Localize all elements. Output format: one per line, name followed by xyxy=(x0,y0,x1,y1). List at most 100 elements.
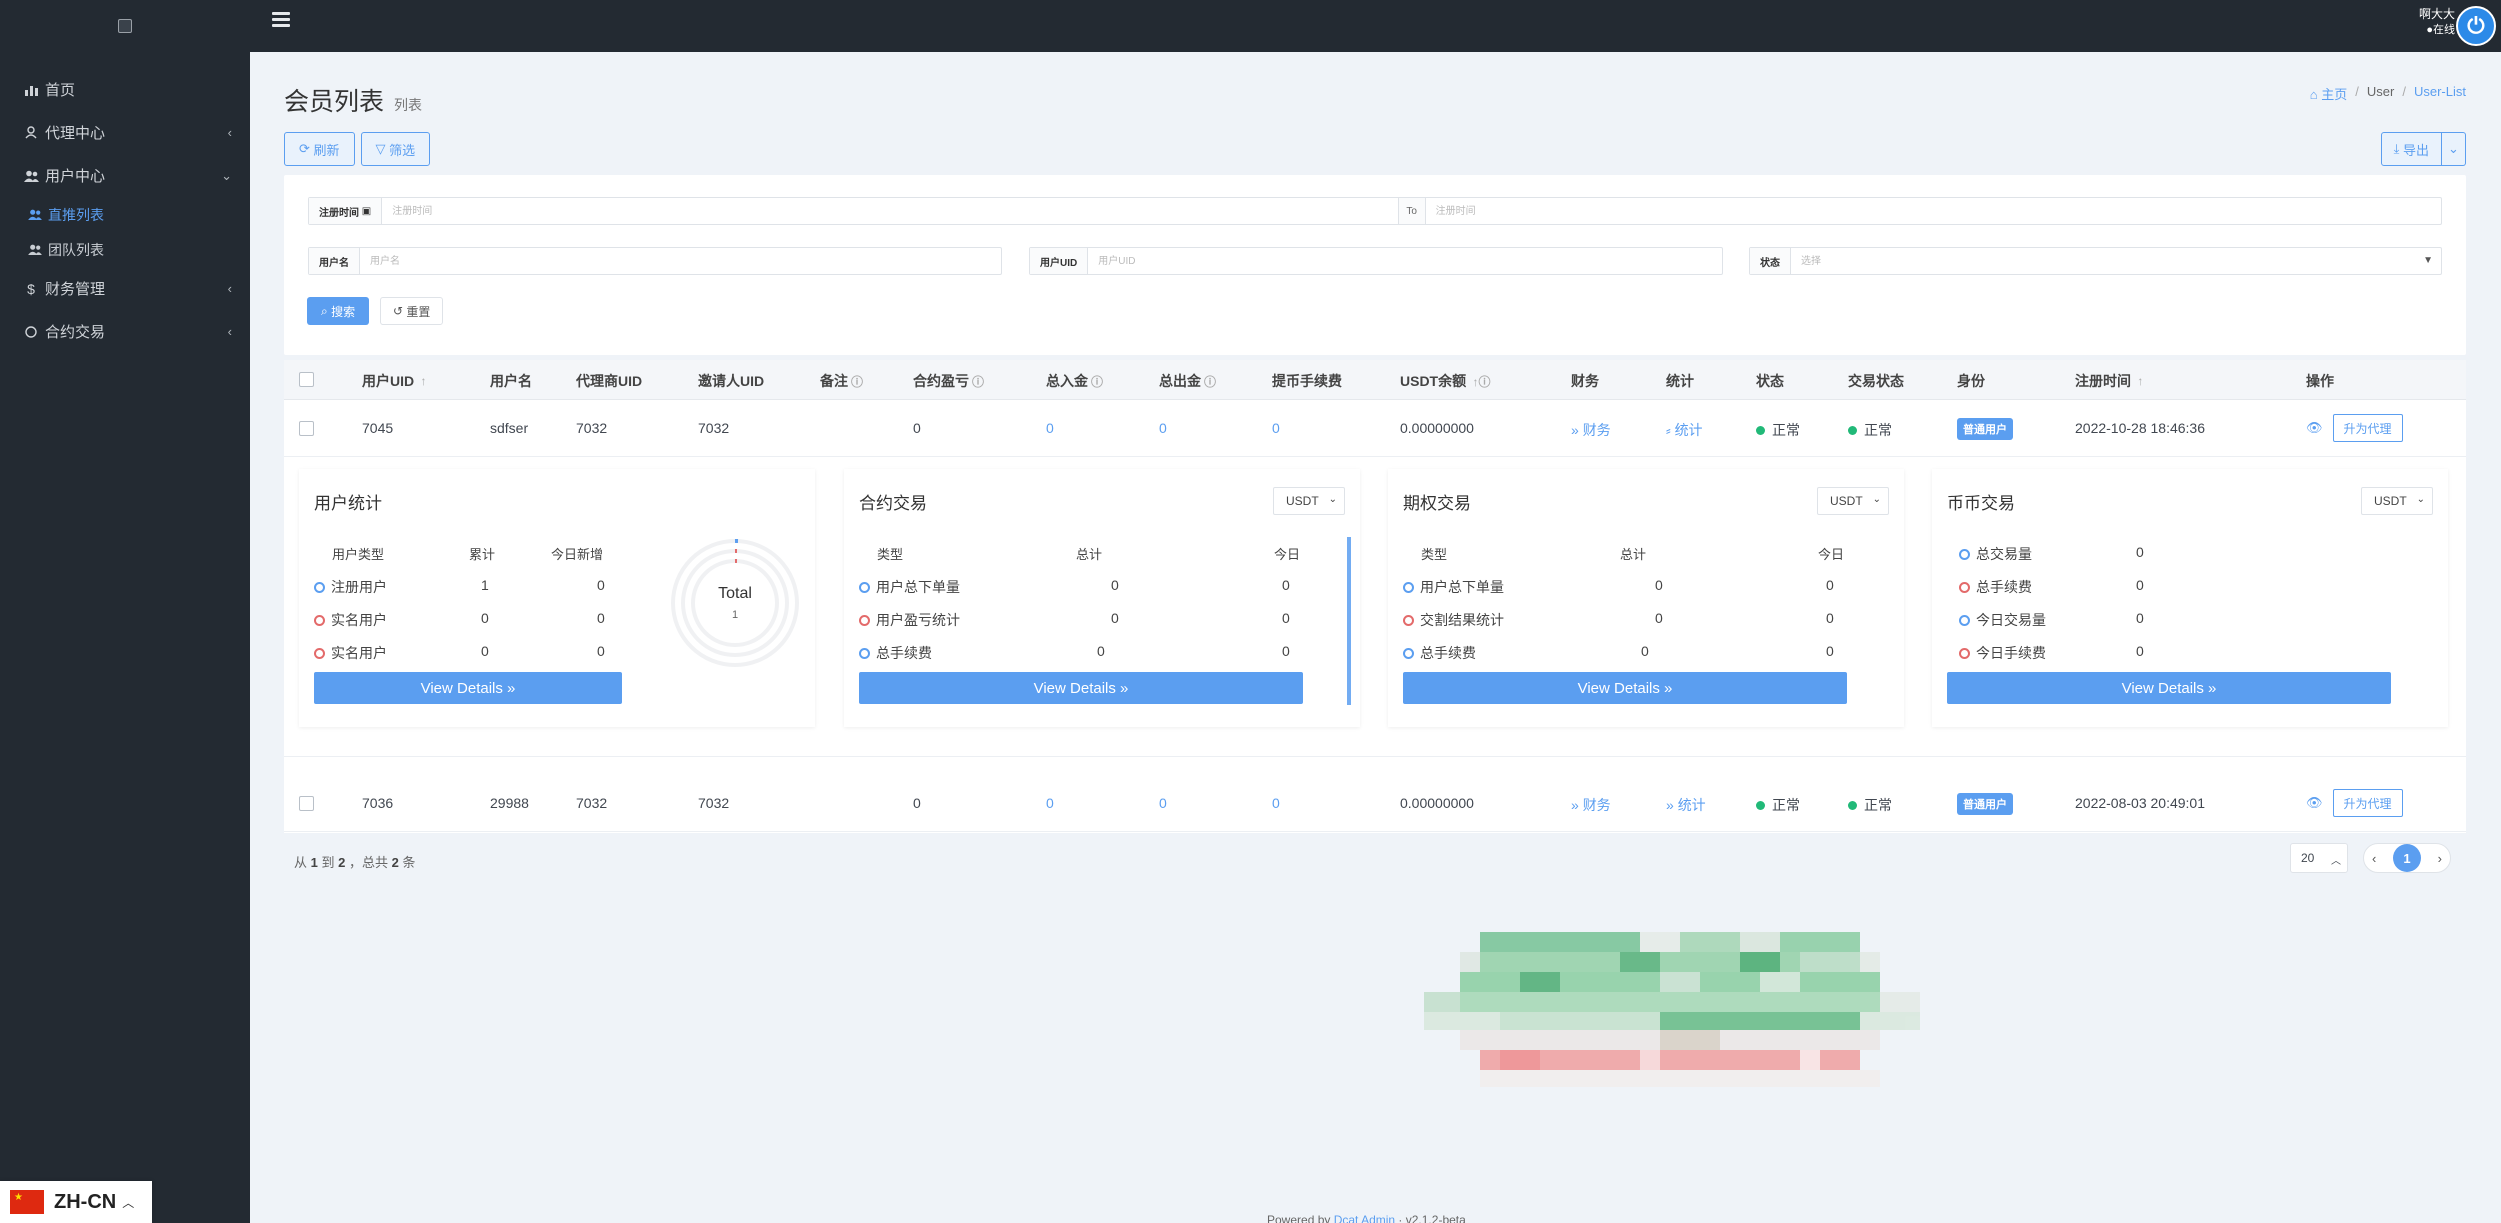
promote-agent-button[interactable]: 升为代理 xyxy=(2332,414,2403,442)
breadcrumb-user-list[interactable]: User-List xyxy=(2414,84,2466,103)
col-usdt-balance[interactable]: USDT余额 ↑ⓘ xyxy=(1400,371,1490,391)
page-title: 会员列表 xyxy=(284,88,385,116)
per-page-select[interactable]: 20 ︿ xyxy=(2290,843,2348,873)
view-details-button[interactable]: View Details » xyxy=(859,672,1303,704)
reg-time-end-input[interactable] xyxy=(1425,198,2442,224)
card-title: 合约交易 xyxy=(859,494,927,513)
card-col-header: 今日 xyxy=(1274,547,1301,562)
promote-agent-button[interactable]: 升为代理 xyxy=(2332,789,2403,817)
pagination: ‹ 1 › xyxy=(2363,843,2451,873)
view-details-button[interactable]: View Details » xyxy=(314,672,622,704)
sidebar-nav: 首页 代理中心 ‹ 用户中心 ⌄ 直推列表 团队列表 $ 财务管理 ‹ 合约交易… xyxy=(0,68,250,353)
circle-bullet-icon xyxy=(1403,581,1414,593)
power-icon[interactable]: ⏻ xyxy=(2456,6,2496,46)
cell-total-in-link[interactable]: 0 xyxy=(1046,795,1054,811)
cell-reg-time: 2022-08-03 20:49:01 xyxy=(2075,795,2205,811)
row-checkbox[interactable] xyxy=(299,796,314,811)
refresh-button[interactable]: ⟳ 刷新 xyxy=(284,132,355,166)
status-dot xyxy=(1848,800,1857,810)
col-uid[interactable]: 用户UID ↑ xyxy=(362,371,426,391)
finance-link[interactable]: » 财务 xyxy=(1571,795,1611,815)
cell-contract-pnl: 0 xyxy=(913,795,921,811)
col-action: 操作 xyxy=(2306,373,2334,389)
stat-today: 0 xyxy=(1826,610,1834,626)
view-details-button[interactable]: View Details » xyxy=(1403,672,1847,704)
cell-usdt-balance: 0.00000000 xyxy=(1400,795,1474,811)
footer-brand-link[interactable]: Dcat Admin xyxy=(1334,1213,1395,1223)
sidebar-subitem-direct-list[interactable]: 直推列表 xyxy=(0,197,250,232)
stat-total: 0 xyxy=(1111,577,1119,593)
prev-page-button[interactable]: ‹ xyxy=(2372,851,2376,866)
eye-icon[interactable]: 👁 xyxy=(2306,420,2323,436)
cell-total-in-link[interactable]: 0 xyxy=(1046,420,1054,436)
logo[interactable] xyxy=(0,0,250,52)
dollar-icon: $ xyxy=(27,280,35,297)
username-input[interactable] xyxy=(360,248,1001,274)
view-details-button[interactable]: View Details » xyxy=(1947,672,2391,704)
circle-bullet-icon xyxy=(1959,647,1970,659)
export-dropdown-toggle[interactable]: ⌄ xyxy=(2442,132,2466,166)
card-title: 币币交易 xyxy=(1947,494,2015,513)
cell-total-out-link[interactable]: 0 xyxy=(1159,795,1167,811)
stat-total: 0 xyxy=(481,610,489,626)
reg-time-start-input[interactable] xyxy=(382,198,1398,224)
breadcrumb-user: User xyxy=(2366,84,2395,99)
row-checkbox[interactable] xyxy=(299,421,314,436)
language-switcher[interactable]: ★ ZH-CN ︿ xyxy=(0,1181,152,1223)
sidebar-item-label: 财务管理 xyxy=(45,281,106,298)
stats-link[interactable]: » 统计 xyxy=(1666,795,1706,815)
currency-select[interactable]: USDT ⌄ xyxy=(1817,487,1889,515)
cell-withdraw-fee-link[interactable]: 0 xyxy=(1272,795,1280,811)
chevron-left-icon: ‹ xyxy=(227,324,232,339)
cell-uid: 7036 xyxy=(362,795,394,811)
sidebar-item-finance[interactable]: $ 财务管理 ‹ xyxy=(0,267,250,310)
finance-link[interactable]: » 财务 xyxy=(1571,420,1611,440)
stat-total: 0 xyxy=(1641,643,1649,659)
sidebar-subitem-label: 团队列表 xyxy=(48,241,104,258)
chevron-left-icon: ‹ xyxy=(227,281,232,296)
sidebar-item-contract[interactable]: 合约交易 ‹ xyxy=(0,310,250,353)
scrollbar[interactable] xyxy=(1347,537,1351,705)
circle-bullet-icon xyxy=(314,647,325,659)
stat-total: 0 xyxy=(1655,610,1663,626)
status-dot xyxy=(1756,425,1765,435)
circle-icon xyxy=(22,325,40,338)
uid-input[interactable] xyxy=(1088,248,1722,274)
stat-row-label: 总手续费 xyxy=(1403,643,1476,663)
filter-button[interactable]: ▽ 筛选 xyxy=(360,132,431,166)
card-col-header: 用户类型 xyxy=(332,547,385,562)
user-info[interactable]: 啊大大 ●在线 xyxy=(2419,6,2455,38)
reset-button[interactable]: ↺ 重置 xyxy=(380,297,444,325)
cell-username: sdfser xyxy=(490,420,529,436)
col-reg-time[interactable]: 注册时间 ↑ xyxy=(2075,371,2143,391)
currency-select[interactable]: USDT ⌄ xyxy=(1273,487,1345,515)
stat-row-label: 总交易量 xyxy=(1959,544,2032,564)
help-icon: ⓘ xyxy=(1091,374,1104,389)
next-page-button[interactable]: › xyxy=(2438,851,2442,866)
sidebar-item-agent-center[interactable]: 代理中心 ‹ xyxy=(0,111,250,154)
status-indicator: 正常 xyxy=(1756,420,1800,440)
eye-icon[interactable]: 👁 xyxy=(2306,795,2323,811)
sidebar-subitem-team-list[interactable]: 团队列表 xyxy=(0,232,250,267)
trade-status-indicator: 正常 xyxy=(1848,420,1892,440)
cell-withdraw-fee-link[interactable]: 0 xyxy=(1272,420,1280,436)
dashboard-icon: ⌂ xyxy=(2309,87,2322,102)
sidebar-item-home[interactable]: 首页 xyxy=(0,68,250,111)
cell-inviter-uid: 7032 xyxy=(698,795,730,811)
sidebar-item-user-center[interactable]: 用户中心 ⌄ xyxy=(0,154,250,197)
sidebar-item-label: 首页 xyxy=(45,82,76,99)
status-select[interactable] xyxy=(1791,248,2441,274)
stat-row-label: 交割结果统计 xyxy=(1403,610,1504,630)
breadcrumb-home[interactable]: ⌂ 主页 xyxy=(2310,84,2347,103)
export-group: ⤓ 导出 ⌄ xyxy=(2380,132,2466,166)
export-button[interactable]: ⤓ 导出 xyxy=(2380,132,2442,166)
menu-toggle-icon[interactable] xyxy=(272,12,290,30)
stats-link[interactable]: ⸗ 统计 xyxy=(1666,420,1703,440)
cell-total-out-link[interactable]: 0 xyxy=(1159,420,1167,436)
currency-select[interactable]: USDT ⌄ xyxy=(2361,487,2433,515)
select-all-checkbox[interactable] xyxy=(299,372,314,387)
stat-today: 0 xyxy=(1826,577,1834,593)
stat-today: 0 xyxy=(597,610,605,626)
search-button[interactable]: ⌕ 搜索 xyxy=(307,297,370,325)
current-page-button[interactable]: 1 xyxy=(2393,844,2421,872)
